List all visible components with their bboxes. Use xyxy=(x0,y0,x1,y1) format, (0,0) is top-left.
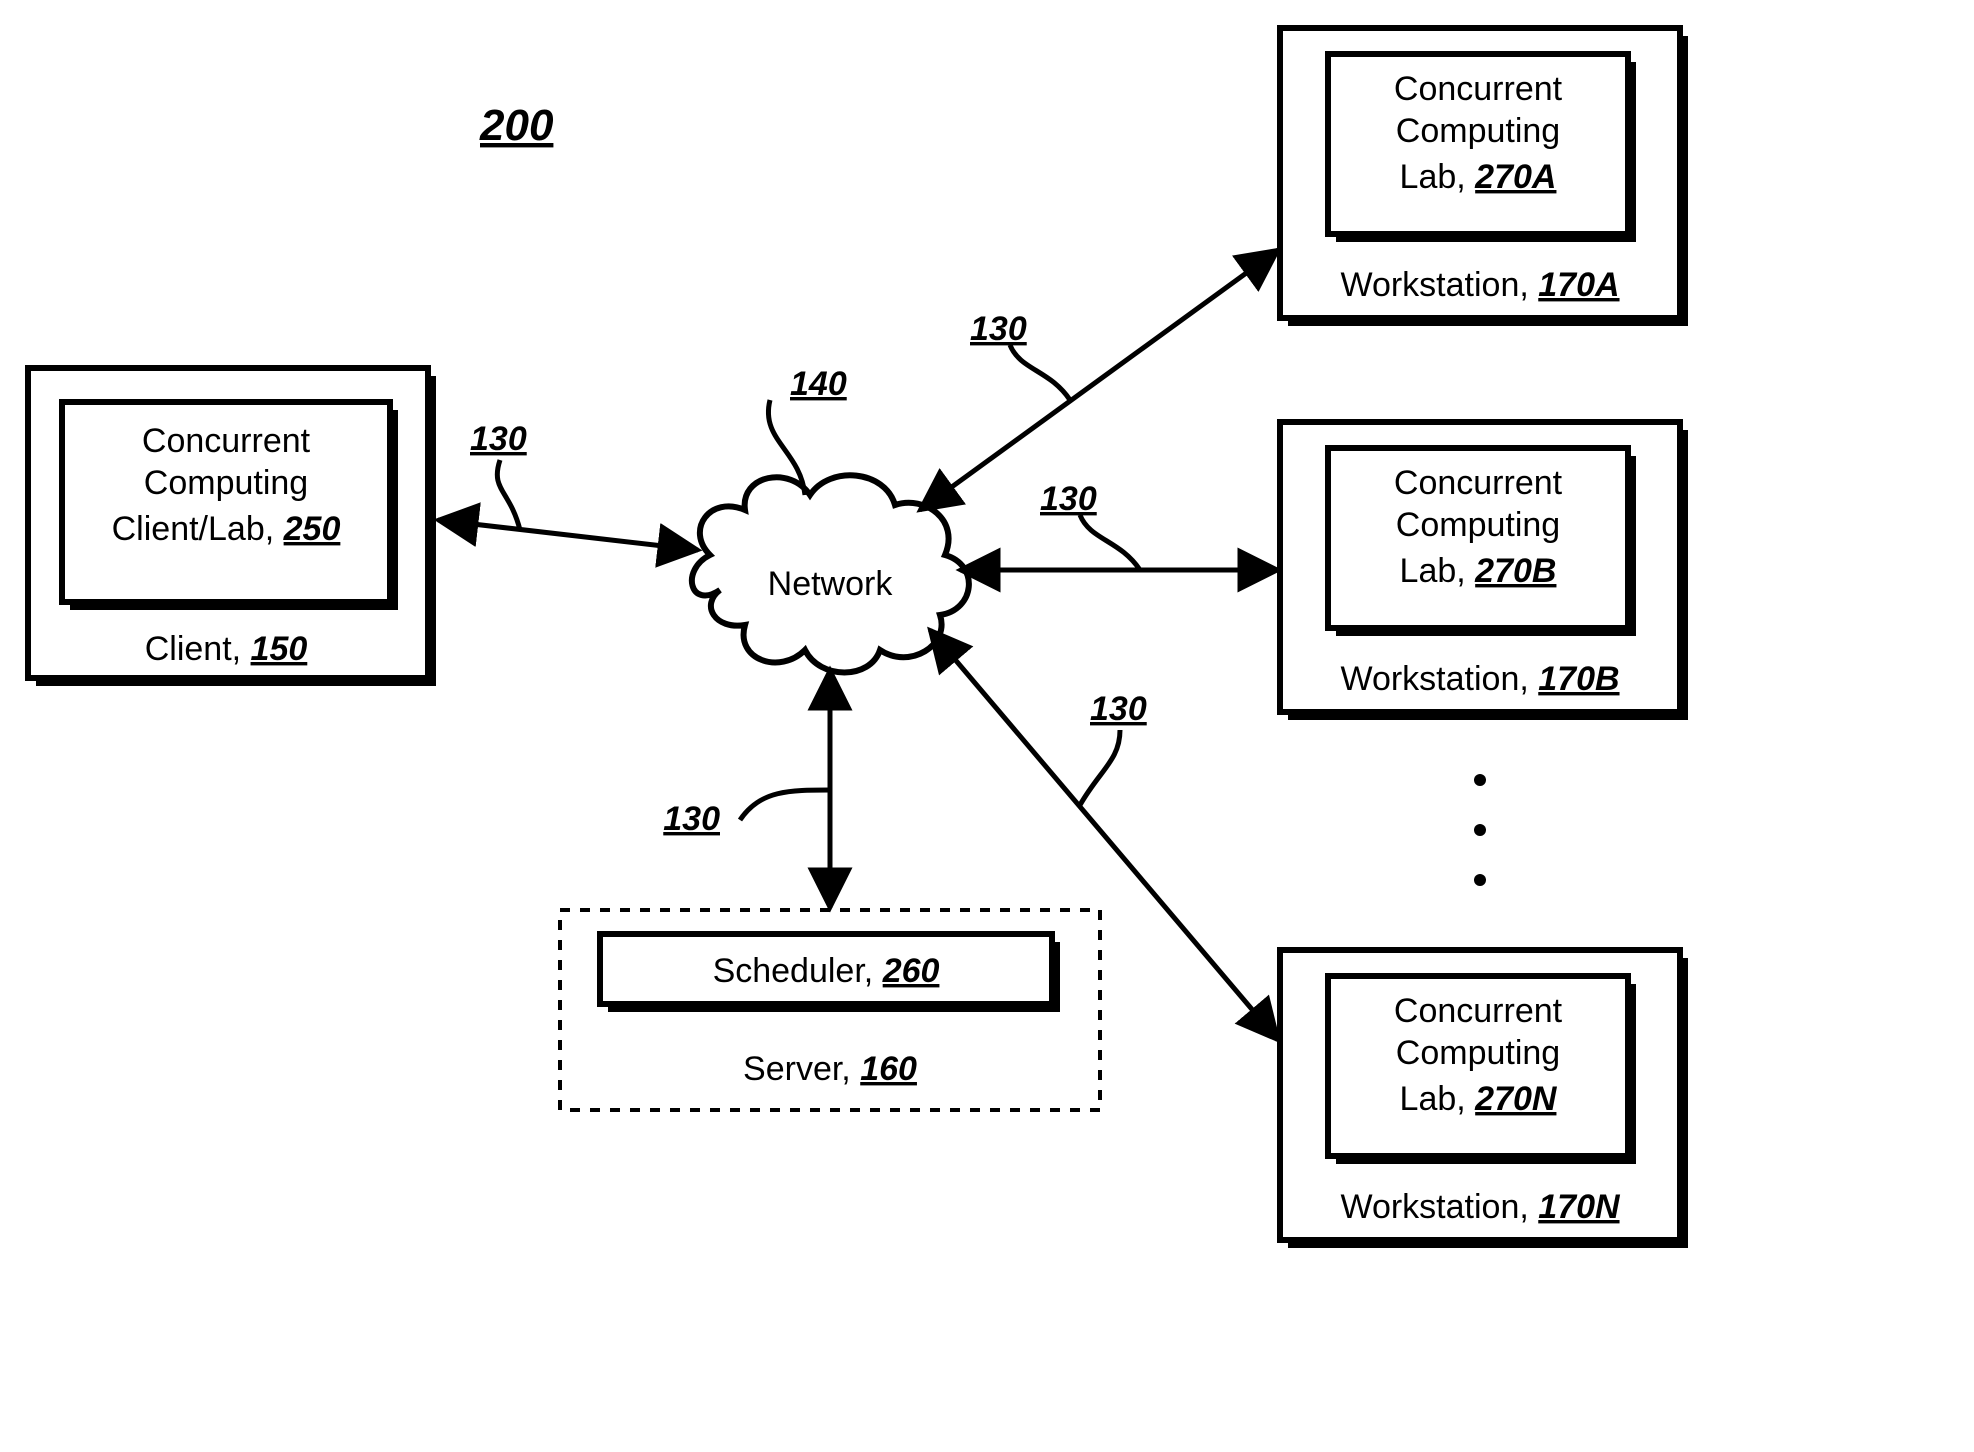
workstation-n-block: Concurrent Computing Lab, 270N Workstati… xyxy=(1280,950,1688,1248)
figure-ref: 200 xyxy=(479,101,554,150)
client-outer-label: Client, 150 xyxy=(145,630,308,668)
link-wsA-ref: 130 xyxy=(970,310,1027,348)
network-cloud: Network 140 xyxy=(692,365,969,673)
server-outer-label: Server, 160 xyxy=(743,1050,917,1088)
link-client-ref: 130 xyxy=(470,420,527,458)
ws-b-inner-line2: Computing xyxy=(1396,506,1560,544)
workstation-b-block: Concurrent Computing Lab, 270B Workstati… xyxy=(1280,422,1688,720)
ws-b-inner-line3: Lab, 270B xyxy=(1400,552,1557,590)
ws-n-outer-label: Workstation, 170N xyxy=(1340,1188,1621,1226)
link-wsA-network xyxy=(920,250,1278,510)
workstation-a-block: Concurrent Computing Lab, 270A Workstati… xyxy=(1280,28,1688,326)
diagram-canvas: 200 Concurrent Computing Client/Lab, 250… xyxy=(0,0,1974,1452)
ws-n-inner-line3: Lab, 270N xyxy=(1400,1080,1558,1118)
client-block: Concurrent Computing Client/Lab, 250 Cli… xyxy=(28,368,436,686)
ellipsis-dots xyxy=(1474,774,1486,886)
ws-b-outer-label: Workstation, 170B xyxy=(1340,660,1619,698)
link-server-ref: 130 xyxy=(663,800,720,838)
ws-a-inner-line2: Computing xyxy=(1396,112,1560,150)
client-inner-line2: Computing xyxy=(144,464,308,502)
link-wsN-ref: 130 xyxy=(1090,690,1147,728)
link-wsB-ref: 130 xyxy=(1040,480,1097,518)
server-inner-label: Scheduler, 260 xyxy=(713,952,940,990)
ws-n-inner-line2: Computing xyxy=(1396,1034,1560,1072)
link-client-network xyxy=(438,520,698,550)
ws-b-inner-line1: Concurrent xyxy=(1394,464,1563,502)
client-inner-line3: Client/Lab, 250 xyxy=(112,510,341,548)
ws-a-outer-label: Workstation, 170A xyxy=(1340,266,1619,304)
network-label: Network xyxy=(768,565,894,603)
server-block: Scheduler, 260 Server, 160 xyxy=(560,910,1100,1110)
client-inner-line1: Concurrent xyxy=(142,422,311,460)
ws-n-inner-line1: Concurrent xyxy=(1394,992,1563,1030)
ws-a-inner-line1: Concurrent xyxy=(1394,70,1563,108)
ws-a-inner-line3: Lab, 270A xyxy=(1400,158,1557,196)
network-ref: 140 xyxy=(790,365,847,403)
